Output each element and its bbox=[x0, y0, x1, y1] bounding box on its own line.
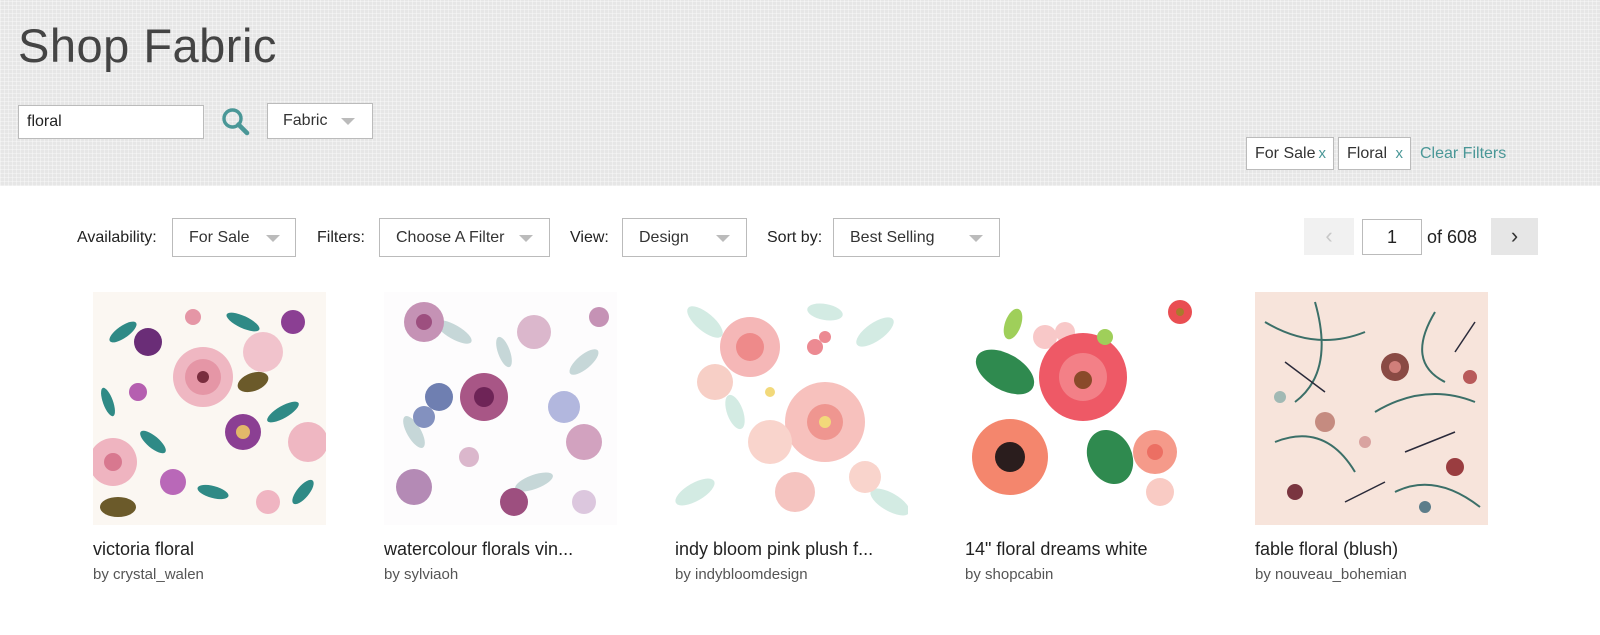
search-input[interactable] bbox=[18, 105, 204, 139]
view-value: Design bbox=[639, 229, 689, 246]
product-thumbnail[interactable] bbox=[93, 292, 326, 525]
product-title[interactable]: fable floral (blush) bbox=[1255, 539, 1491, 560]
floral-pattern-image bbox=[965, 292, 1198, 525]
chevron-down-icon bbox=[716, 234, 730, 242]
product-type-value: Fabric bbox=[283, 112, 328, 129]
availability-select[interactable]: For Sale bbox=[172, 218, 296, 257]
next-page-button[interactable]: › bbox=[1491, 218, 1538, 255]
product-card: fable floral (blush) by nouveau_bohemian bbox=[1255, 292, 1491, 583]
close-icon[interactable]: x bbox=[1396, 138, 1404, 169]
sort-label: Sort by: bbox=[767, 229, 823, 246]
filter-chip-label: Floral bbox=[1347, 145, 1388, 162]
page-count: of 608 bbox=[1427, 227, 1478, 247]
filter-chip-label: For Sale bbox=[1255, 145, 1316, 162]
view-select[interactable]: Design bbox=[622, 218, 747, 257]
search-button[interactable] bbox=[220, 106, 252, 138]
sort-select[interactable]: Best Selling bbox=[833, 218, 1000, 257]
magnifier-icon bbox=[222, 108, 250, 136]
floral-pattern-image bbox=[675, 292, 908, 525]
product-title[interactable]: victoria floral bbox=[93, 539, 329, 560]
availability-label: Availability: bbox=[77, 229, 157, 246]
filters-label: Filters: bbox=[317, 229, 365, 246]
product-author[interactable]: by indybloomdesign bbox=[675, 566, 911, 583]
product-author[interactable]: by crystal_walen bbox=[93, 566, 329, 583]
chevron-down-icon bbox=[519, 234, 533, 242]
chevron-down-icon bbox=[969, 234, 983, 242]
filter-chip-floral: Floral x bbox=[1338, 137, 1411, 170]
floral-pattern-image bbox=[93, 292, 326, 525]
availability-value: For Sale bbox=[189, 229, 250, 246]
page-number-input[interactable] bbox=[1362, 219, 1422, 255]
floral-pattern-image bbox=[384, 292, 617, 525]
product-thumbnail[interactable] bbox=[1255, 292, 1488, 525]
product-author[interactable]: by nouveau_bohemian bbox=[1255, 566, 1491, 583]
page-title: Shop Fabric bbox=[18, 19, 277, 72]
view-label: View: bbox=[570, 229, 609, 246]
sort-value: Best Selling bbox=[850, 229, 935, 246]
previous-page-button[interactable]: ‹ bbox=[1304, 218, 1354, 255]
close-icon[interactable]: x bbox=[1319, 138, 1327, 169]
chevron-down-icon bbox=[266, 234, 280, 242]
product-thumbnail[interactable] bbox=[965, 292, 1198, 525]
product-type-select[interactable]: Fabric bbox=[267, 103, 373, 139]
product-card: 14" floral dreams white by shopcabin bbox=[965, 292, 1201, 583]
chevron-left-icon: ‹ bbox=[1325, 223, 1333, 248]
product-card: watercolour florals vin... by sylviaoh bbox=[384, 292, 620, 583]
filters-select[interactable]: Choose A Filter bbox=[379, 218, 550, 257]
chevron-right-icon: › bbox=[1510, 223, 1519, 248]
product-card: indy bloom pink plush f... by indybloomd… bbox=[675, 292, 911, 583]
product-author[interactable]: by shopcabin bbox=[965, 566, 1201, 583]
filters-value: Choose A Filter bbox=[396, 229, 505, 246]
product-card: victoria floral by crystal_walen bbox=[93, 292, 329, 583]
product-title[interactable]: 14" floral dreams white bbox=[965, 539, 1201, 560]
floral-pattern-image bbox=[1255, 292, 1488, 525]
clear-filters-link[interactable]: Clear Filters bbox=[1420, 145, 1506, 163]
product-thumbnail[interactable] bbox=[675, 292, 908, 525]
product-thumbnail[interactable] bbox=[384, 292, 617, 525]
product-title[interactable]: watercolour florals vin... bbox=[384, 539, 620, 560]
header-band: Shop Fabric Fabric For Sale x Floral x C… bbox=[0, 0, 1600, 186]
product-author[interactable]: by sylviaoh bbox=[384, 566, 620, 583]
filter-chip-for-sale: For Sale x bbox=[1246, 137, 1334, 170]
chevron-down-icon bbox=[341, 118, 355, 125]
product-title[interactable]: indy bloom pink plush f... bbox=[675, 539, 911, 560]
